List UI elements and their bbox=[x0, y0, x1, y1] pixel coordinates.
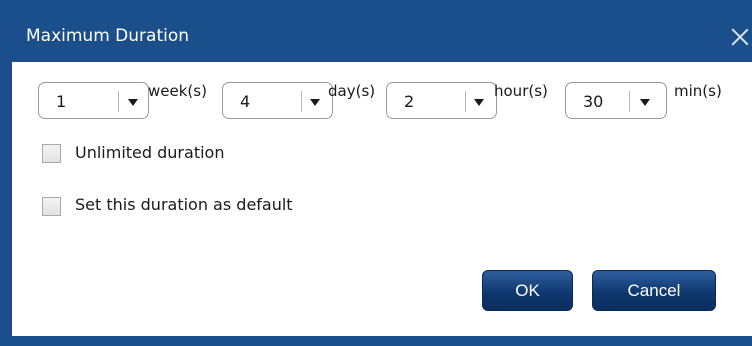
hours-select[interactable]: 2 bbox=[386, 82, 497, 119]
dialog-title: Maximum Duration bbox=[26, 26, 190, 46]
set-default-label[interactable]: Set this duration as default bbox=[75, 195, 293, 215]
chevron-down-icon[interactable] bbox=[310, 99, 320, 106]
set-default-checkbox[interactable] bbox=[42, 197, 61, 216]
unlimited-duration-label[interactable]: Unlimited duration bbox=[75, 143, 224, 163]
close-icon[interactable] bbox=[731, 28, 749, 46]
chevron-down-icon[interactable] bbox=[128, 99, 138, 106]
days-unit-label: day(s) bbox=[328, 82, 376, 100]
title-bar: Maximum Duration bbox=[0, 0, 752, 62]
minutes-unit-label: min(s) bbox=[674, 82, 722, 100]
weeks-select-divider bbox=[118, 91, 119, 112]
dialog-content: 1 week(s) 4 day(s) 2 hour(s) 30 min(s) U… bbox=[12, 62, 752, 336]
hours-select-divider bbox=[465, 91, 466, 112]
chevron-down-icon[interactable] bbox=[640, 99, 650, 106]
maximum-duration-dialog: Maximum Duration 1 week(s) 4 day(s) 2 ho… bbox=[0, 0, 752, 346]
weeks-select[interactable]: 1 bbox=[38, 82, 149, 119]
days-value: 4 bbox=[240, 92, 251, 111]
ok-button[interactable]: OK bbox=[482, 270, 573, 311]
minutes-select-divider bbox=[629, 91, 630, 112]
hours-value: 2 bbox=[404, 92, 415, 111]
chevron-down-icon[interactable] bbox=[474, 99, 484, 106]
days-select-divider bbox=[301, 91, 302, 112]
weeks-unit-label: week(s) bbox=[148, 82, 207, 100]
minutes-select[interactable]: 30 bbox=[565, 82, 667, 119]
unlimited-duration-checkbox[interactable] bbox=[42, 144, 61, 163]
days-select[interactable]: 4 bbox=[222, 82, 333, 119]
weeks-value: 1 bbox=[56, 92, 67, 111]
minutes-value: 30 bbox=[583, 92, 604, 111]
hours-unit-label: hour(s) bbox=[494, 82, 548, 100]
cancel-button[interactable]: Cancel bbox=[592, 270, 716, 311]
